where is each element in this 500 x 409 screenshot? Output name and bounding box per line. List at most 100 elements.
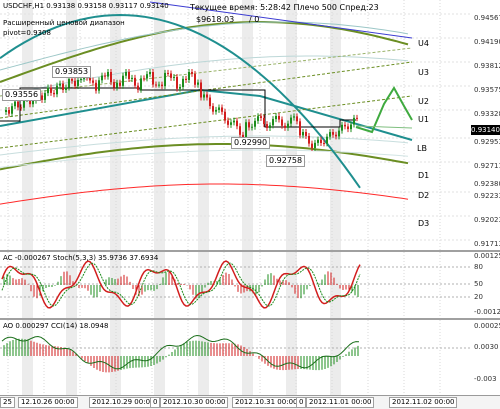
stochastic-scale[interactable]: 0.001255 80 50 20 -0.00121 [472, 252, 500, 318]
candle-body [170, 73, 172, 78]
candle-body [20, 107, 22, 109]
candle-body [98, 80, 100, 91]
stochastic-header: AC -0.000267 Stoch(5,3,3) 35.9736 37.693… [3, 254, 159, 262]
candle-body [119, 82, 121, 86]
candle-body [251, 126, 253, 128]
candle-body [95, 82, 97, 91]
session-band [66, 320, 77, 395]
candle-body [56, 85, 58, 95]
candle-body [101, 75, 103, 81]
candle-body [293, 116, 295, 118]
candle-body [341, 124, 343, 131]
candle-body [233, 120, 235, 123]
candle-body [212, 106, 214, 112]
level-u3-label: U3 [418, 68, 429, 77]
level-d1-label: D1 [418, 171, 430, 180]
current-time-label: Текущее время: 5:28:42 Плечо 500 Спред:2… [190, 3, 379, 12]
level-d2-label: D2 [418, 191, 430, 200]
peak-label: 0.93853 [52, 66, 92, 78]
candle-body [323, 143, 325, 145]
candle-body [107, 72, 109, 77]
session-band [242, 320, 253, 395]
candle-body [137, 85, 139, 90]
candle-body [299, 121, 301, 136]
candle-body [53, 92, 55, 95]
candle-body [335, 134, 337, 137]
candle-body [167, 72, 169, 74]
candle-body [176, 76, 178, 89]
candle-body [263, 117, 265, 125]
price-chart-pane[interactable]: USDCHF,H1 0.93138 0.93158 0.93117 0.9314… [0, 0, 472, 250]
ao-cci-canvas[interactable] [0, 320, 472, 395]
chart-window[interactable]: USDCHF,H1 0.93138 0.93158 0.93117 0.9314… [0, 0, 500, 409]
candle-body [44, 93, 46, 100]
candle-body [155, 84, 157, 86]
ao-scale[interactable]: 0.00025 0.0030 -0.003 [472, 320, 500, 395]
candle-body [194, 73, 196, 85]
level-u2-label: U2 [418, 97, 429, 106]
stoch-tick: 80 [474, 263, 483, 271]
session-band [22, 320, 33, 395]
candle-body [227, 120, 229, 125]
candle-body [14, 101, 16, 107]
ao-cci-header: AO 0.000297 CCI(14) 18.0948 [3, 322, 109, 330]
balance-suffix-label: / 0 [249, 15, 260, 24]
candle-body [89, 77, 91, 81]
candle-body [50, 87, 52, 93]
session-band [154, 0, 165, 250]
range-label: Расширенный ценовой диапазон [3, 19, 125, 27]
candle-body [257, 116, 259, 121]
level-u4-label: U4 [418, 39, 429, 48]
candle-body [320, 139, 322, 144]
candle-body [179, 87, 181, 89]
candle-body [149, 72, 151, 75]
candle-body [254, 120, 256, 127]
time-axis-label: 0 [296, 397, 307, 408]
candle-body [140, 78, 142, 90]
candle-body [5, 110, 7, 112]
candle-body [272, 119, 274, 126]
candle-body [200, 82, 202, 98]
candle-body [281, 119, 283, 126]
candle-body [287, 123, 289, 128]
candle-body [122, 75, 124, 86]
candle-body [284, 125, 286, 128]
peak-label: 0.93556 [2, 89, 42, 101]
candle-body [278, 116, 280, 120]
candle-body [329, 132, 331, 137]
candle-body [68, 78, 70, 88]
candle-body [197, 82, 199, 85]
time-axis-label: 2012.10.31 00:00 [232, 397, 301, 408]
price-tick: 0.92023 [474, 216, 500, 224]
price-chart-canvas[interactable] [0, 0, 472, 250]
stoch-tick: 20 [474, 293, 483, 301]
candle-body [74, 80, 76, 86]
candle-body [182, 78, 184, 88]
time-axis[interactable]: 25 12.10.26 00:00 2012.10.29 00:00 0 201… [0, 395, 500, 409]
candle-body [62, 83, 64, 90]
time-axis-label: 2012.11.01 00:00 [306, 397, 375, 408]
candle-body [188, 72, 190, 80]
time-axis-label: 25 [0, 397, 15, 408]
candle-body [311, 143, 313, 148]
candle-body [77, 79, 79, 86]
candle-body [125, 72, 127, 76]
candle-body [71, 78, 73, 81]
candle-body [317, 139, 319, 143]
session-band [330, 0, 341, 250]
candle-body [65, 87, 67, 90]
price-tick: 0.93812 [474, 62, 500, 70]
candle-body [347, 126, 349, 130]
candle-body [158, 84, 160, 86]
candle-body [185, 78, 187, 80]
stochastic-pane[interactable]: AC -0.000267 Stoch(5,3,3) 35.9736 37.693… [0, 252, 472, 318]
candle-body [164, 72, 166, 87]
candle-body [236, 120, 238, 127]
time-axis-label: 2012.10.29 00:00 [89, 397, 158, 408]
session-band [110, 0, 121, 250]
pivot-label: pivot=0.9308 [3, 29, 51, 37]
session-band [198, 252, 209, 318]
ao-cci-pane[interactable]: AO 0.000297 CCI(14) 18.0948 [0, 320, 472, 395]
candle-body [41, 95, 43, 100]
candle-body [8, 110, 10, 114]
